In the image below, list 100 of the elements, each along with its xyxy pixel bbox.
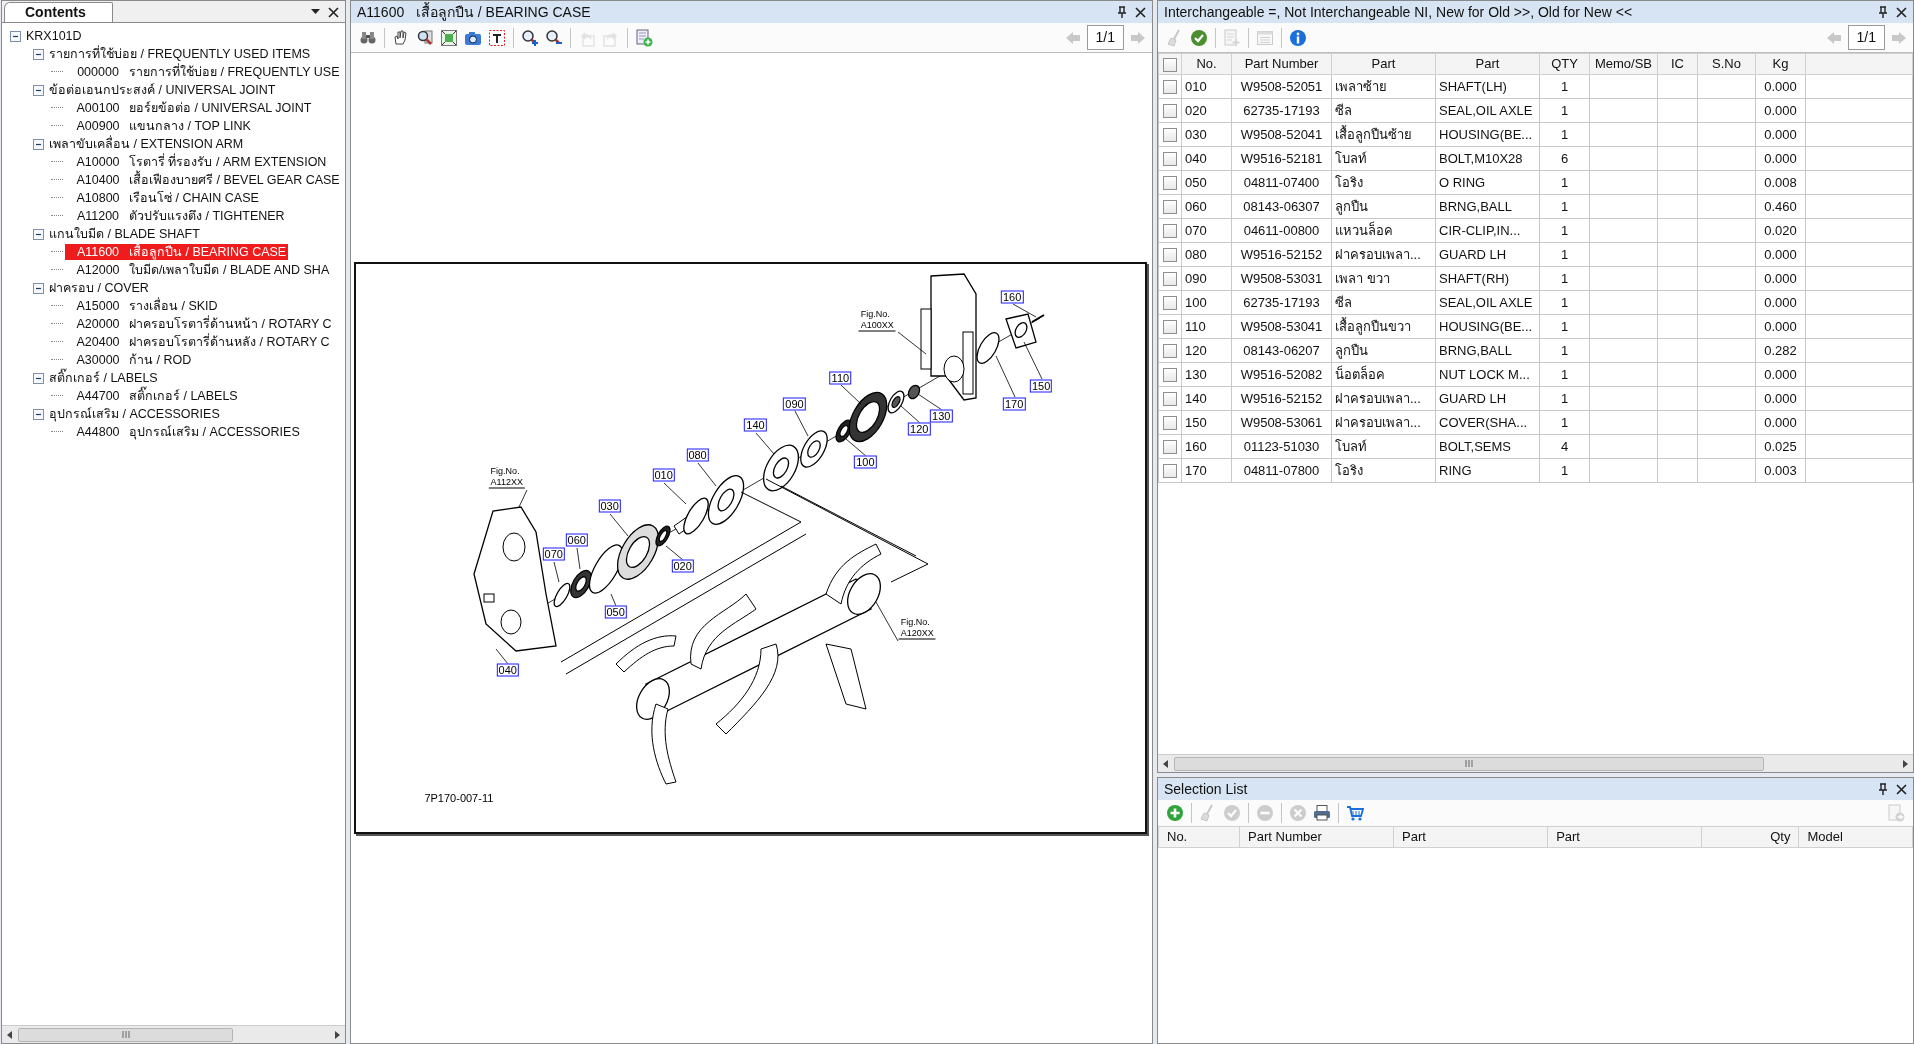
table-cell: โบลท์ bbox=[1331, 434, 1436, 459]
tree-item[interactable]: A15000 รางเลื่อน / SKID bbox=[65, 298, 220, 314]
column-header[interactable]: Part Number bbox=[1239, 826, 1394, 847]
table-cell: 01123-51030 bbox=[1231, 434, 1332, 459]
table-cell: 04611-00800 bbox=[1231, 218, 1332, 243]
tree-item[interactable]: A20400 ฝาครอบโรตารี่ด้านหลัง / ROTARY C bbox=[65, 334, 332, 350]
callout-number[interactable]: 130 bbox=[930, 409, 953, 423]
tree-node-label[interactable]: รายการที่ใช้บ่อย / FREQUENTLY USED ITEMS bbox=[49, 44, 311, 64]
callout-number[interactable]: 030 bbox=[598, 499, 621, 513]
column-header[interactable]: S.No bbox=[1697, 53, 1756, 75]
callout-number[interactable]: 040 bbox=[496, 663, 519, 677]
tree-node-label[interactable]: ฝาครอบ / COVER bbox=[49, 278, 149, 298]
table-cell: 170 bbox=[1181, 458, 1232, 483]
contents-tab[interactable]: Contents bbox=[4, 2, 113, 22]
column-header[interactable]: Part bbox=[1331, 53, 1436, 75]
table-cell: 1 bbox=[1539, 170, 1590, 195]
table-cell: แหวนล็อค bbox=[1331, 218, 1436, 243]
column-header[interactable]: Memo/SB bbox=[1589, 53, 1658, 75]
column-header[interactable]: Part bbox=[1435, 53, 1540, 75]
table-cell: 090 bbox=[1181, 266, 1232, 291]
table-cell: RING bbox=[1435, 458, 1540, 483]
table-cell: HOUSING(BE... bbox=[1435, 314, 1540, 339]
page-number-field: 1/1 bbox=[1847, 25, 1885, 50]
table-cell: 0.000 bbox=[1755, 122, 1806, 147]
callout-number[interactable]: 170 bbox=[1003, 397, 1026, 410]
table-cell: W9508-53031 bbox=[1231, 266, 1332, 291]
tree-node-label[interactable]: ข้อต่อเอนกประสงค์ / UNIVERSAL JOINT bbox=[49, 80, 276, 100]
table-cell: SEAL,OIL AXLE bbox=[1435, 290, 1540, 315]
table-cell: 0.000 bbox=[1755, 242, 1806, 267]
callout-number[interactable]: 050 bbox=[604, 605, 627, 619]
callout-number[interactable]: 140 bbox=[744, 418, 767, 432]
column-header[interactable]: Model bbox=[1798, 826, 1913, 847]
column-header[interactable]: Part bbox=[1393, 826, 1548, 847]
tree-node-label[interactable]: เพลาขับเคลื่อน / EXTENSION ARM bbox=[49, 134, 244, 154]
tree-item[interactable]: A00100 ยอร์ยข้อต่อ / UNIVERSAL JOINT bbox=[65, 100, 314, 116]
table-cell: เพลา ขวา bbox=[1331, 266, 1436, 291]
table-cell: 1 bbox=[1539, 194, 1590, 219]
table-cell: W9508-52051 bbox=[1231, 74, 1332, 99]
table-cell: 030 bbox=[1181, 122, 1232, 147]
column-header[interactable]: No. bbox=[1181, 53, 1232, 75]
callout-number[interactable]: 100 bbox=[854, 455, 877, 469]
table-cell: 08143-06307 bbox=[1231, 194, 1332, 219]
callout-number[interactable]: 160 bbox=[1001, 290, 1024, 304]
tree-item[interactable]: A00900 แขนกลาง / TOP LINK bbox=[65, 118, 253, 134]
column-header[interactable]: QTY bbox=[1539, 53, 1590, 75]
figure-reference: Fig.No. A120XX bbox=[898, 616, 936, 640]
table-cell: 0.000 bbox=[1755, 386, 1806, 411]
table-cell: เสื้อลูกปืนขวา bbox=[1331, 314, 1436, 339]
table-cell: 0.282 bbox=[1755, 338, 1806, 363]
table-cell: 070 bbox=[1181, 218, 1232, 243]
table-cell: ฝาครอบเพลา... bbox=[1331, 242, 1436, 267]
table-cell: 0.020 bbox=[1755, 218, 1806, 243]
table-cell: โอริง bbox=[1331, 170, 1436, 195]
callout-number[interactable]: 120 bbox=[908, 422, 931, 436]
column-header[interactable]: Kg bbox=[1755, 53, 1806, 75]
tree-item[interactable]: A11200 ตัวปรับแรงตึง / TIGHTENER bbox=[65, 208, 287, 224]
tree-node-label[interactable]: KRX101D bbox=[26, 26, 82, 46]
tree-item[interactable]: A12000 ใบมีด/เพลาใบมีด / BLADE AND SHA bbox=[65, 262, 332, 278]
tree-item[interactable]: A44800 อุปกรณ์เสริม / ACCESSORIES bbox=[65, 424, 302, 440]
column-header[interactable]: Part Number bbox=[1231, 53, 1332, 75]
tree-node-label[interactable]: อุปกรณ์เสริม / ACCESSORIES bbox=[49, 404, 220, 424]
tree-item[interactable]: A11600 เสื้อลูกปืน / BEARING CASE bbox=[65, 244, 289, 260]
callout-number[interactable]: 080 bbox=[686, 448, 709, 462]
table-cell: 1 bbox=[1539, 314, 1590, 339]
table-cell: ลูกปืน bbox=[1331, 194, 1436, 219]
table-cell: BRNG,BALL bbox=[1435, 194, 1540, 219]
callout-number[interactable]: 110 bbox=[829, 371, 852, 385]
callout-number[interactable]: 090 bbox=[783, 397, 806, 410]
tree-item[interactable]: A20000 ฝาครอบโรตารี่ด้านหน้า / ROTARY C bbox=[65, 316, 334, 332]
tree-item[interactable]: A10400 เสื้อเฟืองบายศรี / BEVEL GEAR CASE bbox=[65, 172, 342, 188]
table-cell: 6 bbox=[1539, 146, 1590, 171]
callout-number[interactable]: 150 bbox=[1029, 379, 1053, 393]
callout-number[interactable]: 070 bbox=[542, 547, 565, 561]
table-cell: 04811-07800 bbox=[1231, 458, 1332, 483]
column-header[interactable]: Qty bbox=[1701, 826, 1799, 847]
table-cell: 120 bbox=[1181, 338, 1232, 363]
table-cell: 1 bbox=[1539, 410, 1590, 435]
panel-title: A11600 เสื้อลูกปืน / BEARING CASE bbox=[357, 1, 592, 23]
table-cell: 0.000 bbox=[1755, 290, 1806, 315]
column-header[interactable]: No. bbox=[1158, 826, 1240, 847]
table-cell: ซีล bbox=[1331, 98, 1436, 123]
table-cell: W9508-53041 bbox=[1231, 314, 1332, 339]
callout-number[interactable]: 060 bbox=[565, 533, 588, 547]
table-cell: 0.460 bbox=[1755, 194, 1806, 219]
table-cell: 04811-07400 bbox=[1231, 170, 1332, 195]
table-cell: ฝาครอบเพลา... bbox=[1331, 410, 1436, 435]
table-cell: 100 bbox=[1181, 290, 1232, 315]
column-header[interactable]: Part bbox=[1547, 826, 1702, 847]
table-cell: ลูกปืน bbox=[1331, 338, 1436, 363]
table-cell: 0.000 bbox=[1755, 314, 1806, 339]
tree-item[interactable]: A10000 โรตารี่ ที่รองรับ / ARM EXTENSION bbox=[65, 154, 329, 170]
tree-node-label[interactable]: แกนใบมีด / BLADE SHAFT bbox=[49, 224, 200, 244]
table-cell: โบลท์ bbox=[1331, 146, 1436, 171]
tree-item[interactable]: A44700 สติ๊กเกอร์ / LABELS bbox=[65, 388, 240, 404]
tree-item[interactable]: 000000 รายการที่ใช้บ่อย / FREQUENTLY USE bbox=[65, 64, 342, 80]
column-header[interactable]: IC bbox=[1657, 53, 1698, 75]
tree-item[interactable]: A30000 ก้าน / ROD bbox=[65, 352, 194, 368]
tree-item[interactable]: A10800 เรือนโซ่ / CHAIN CASE bbox=[65, 190, 261, 206]
callout-number[interactable]: 020 bbox=[671, 559, 694, 573]
callout-number[interactable]: 010 bbox=[652, 468, 675, 482]
